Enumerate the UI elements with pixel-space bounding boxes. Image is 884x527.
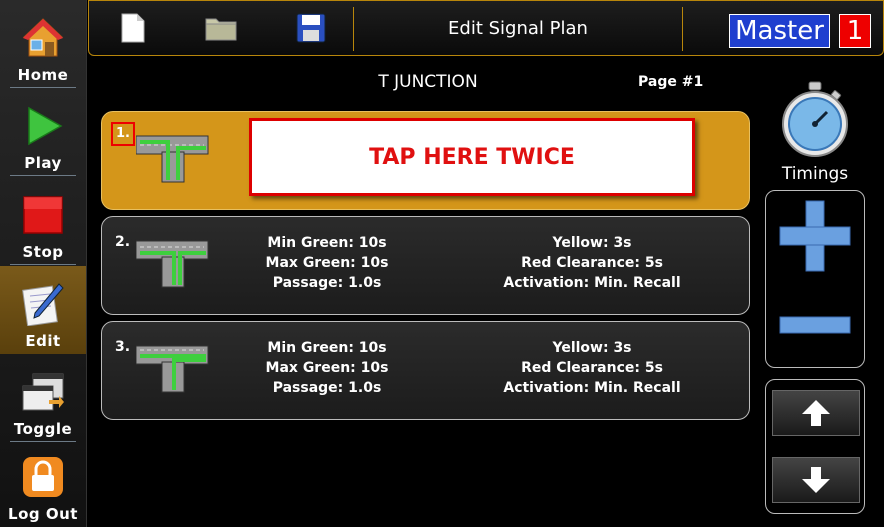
red-clearance-value: Red Clearance: 5s: [521, 360, 663, 376]
minus-icon[interactable]: [778, 315, 852, 335]
plus-icon[interactable]: [778, 199, 852, 273]
sidebar-item-toggle[interactable]: Toggle: [0, 354, 86, 442]
toggle-icon: [22, 373, 64, 411]
home-icon: [22, 18, 64, 57]
yellow-value: Yellow: 3s: [552, 235, 632, 251]
new-file-button[interactable]: [113, 9, 153, 47]
t-junction-icon: [136, 135, 209, 183]
timings-button[interactable]: Timings: [770, 80, 860, 186]
toolbar: Edit Signal Plan Master 1: [88, 0, 884, 56]
arrow-up-icon: [802, 400, 830, 426]
phase-card-3[interactable]: 3. Min Green: 10s Max Green: 10s Passage…: [101, 321, 750, 420]
t-junction-icon: [136, 345, 209, 393]
page-number: Page #1: [638, 74, 704, 90]
sidebar-item-home[interactable]: Home: [0, 0, 86, 88]
activation-value: Activation: Min. Recall: [503, 380, 681, 396]
save-button[interactable]: [291, 9, 331, 47]
open-folder-button[interactable]: [201, 9, 241, 47]
min-green-value: Min Green: 10s: [267, 235, 387, 251]
phase-card-1[interactable]: 1. TAP HERE TWICE: [101, 111, 750, 210]
lock-icon: [23, 457, 63, 497]
page-title: Edit Signal Plan: [448, 18, 588, 39]
max-green-value: Max Green: 10s: [265, 360, 389, 376]
sidebar-item-label: Play: [24, 154, 62, 172]
passage-value: Passage: 1.0s: [272, 275, 382, 291]
adjust-panel: [765, 190, 865, 368]
page-up-button[interactable]: [772, 390, 860, 436]
min-green-value: Min Green: 10s: [267, 340, 387, 356]
red-clearance-value: Red Clearance: 5s: [521, 255, 663, 271]
stopwatch-icon: [782, 81, 848, 157]
phase-number: 2.: [115, 234, 131, 250]
t-junction-icon: [136, 240, 209, 288]
play-icon: [28, 106, 63, 146]
arrow-down-icon: [802, 467, 830, 493]
tap-here-twice-button[interactable]: TAP HERE TWICE: [249, 118, 695, 196]
new-file-icon: [121, 13, 145, 43]
sidebar: Home Play Stop Edit Toggle Log Out: [0, 0, 87, 527]
folder-icon: [205, 18, 237, 41]
page-nav-panel: [765, 379, 865, 514]
edit-icon: [22, 283, 64, 326]
plan-name: T JUNCTION: [378, 72, 478, 92]
phase-card-2[interactable]: 2. Min Green: 10s Max Green: 10s Passage…: [101, 216, 750, 315]
sidebar-item-label: Stop: [22, 243, 64, 261]
passage-value: Passage: 1.0s: [272, 380, 382, 396]
sidebar-item-label: Log Out: [8, 505, 78, 523]
yellow-value: Yellow: 3s: [552, 340, 632, 356]
sidebar-item-label: Home: [17, 66, 69, 84]
sidebar-item-label: Toggle: [13, 420, 73, 438]
master-number-badge: 1: [839, 14, 871, 48]
sidebar-item-edit[interactable]: Edit: [0, 266, 86, 354]
sidebar-item-stop[interactable]: Stop: [0, 177, 86, 265]
divider: [10, 175, 76, 176]
divider: [682, 7, 683, 51]
save-icon: [296, 13, 326, 43]
activation-value: Activation: Min. Recall: [503, 275, 681, 291]
max-green-value: Max Green: 10s: [265, 255, 389, 271]
phase-number: 3.: [115, 339, 131, 355]
master-label: Master: [729, 14, 830, 48]
sidebar-item-label: Edit: [25, 332, 61, 350]
phase-number: 1.: [111, 122, 135, 146]
sidebar-item-play[interactable]: Play: [0, 88, 86, 176]
sidebar-item-log-out[interactable]: Log Out: [0, 442, 86, 527]
stop-icon: [23, 196, 63, 234]
timings-label: Timings: [781, 164, 849, 184]
page-down-button[interactable]: [772, 457, 860, 503]
divider: [10, 264, 76, 265]
